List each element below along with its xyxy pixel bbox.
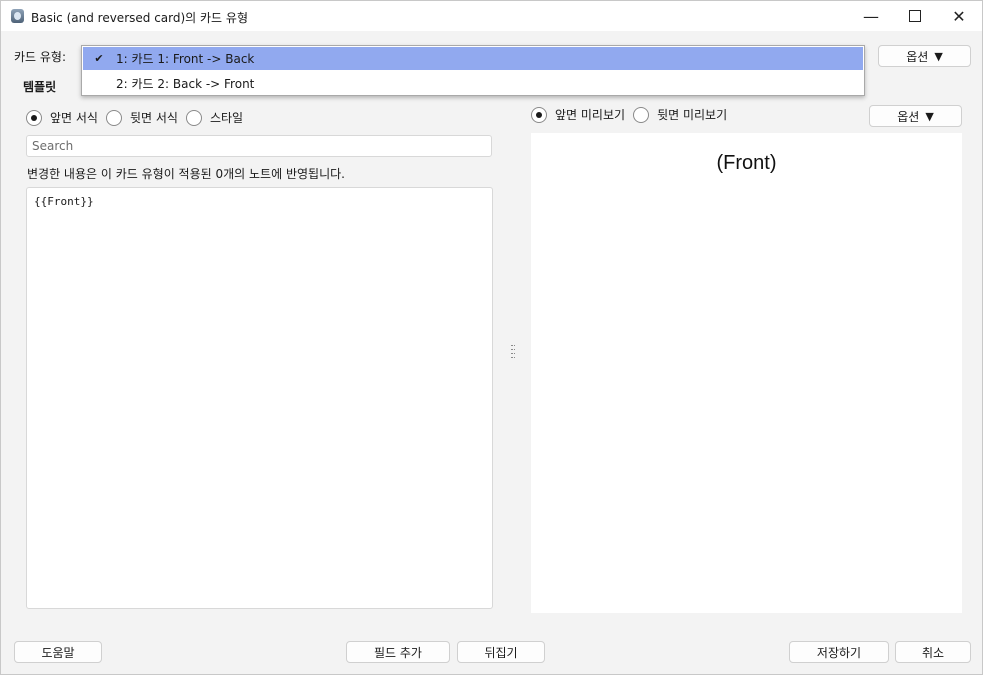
back-preview-label[interactable]: 뒷면 미리보기 (657, 106, 727, 123)
card-type-label: 카드 유형: (14, 50, 67, 64)
preview-radio-group: 앞면 미리보기 뒷면 미리보기 (531, 106, 735, 123)
maximize-button[interactable] (892, 1, 938, 31)
cancel-button[interactable]: 취소 (895, 641, 971, 663)
template-radio-group: 앞면 서식 뒷면 서식 스타일 (26, 109, 251, 126)
close-button[interactable]: ✕ (936, 1, 982, 31)
preview-pane: (Front) (531, 133, 962, 613)
search-input[interactable] (26, 135, 492, 157)
window-title: Basic (and reversed card)의 카드 유형 (31, 11, 248, 25)
add-field-button[interactable]: 필드 추가 (346, 641, 450, 663)
minimize-icon: — (863, 6, 879, 26)
caret-down-icon: ▼ (934, 49, 943, 63)
back-preview-radio[interactable] (633, 106, 650, 123)
notice-text: 변경한 내용은 이 카드 유형이 적용된 0개의 노트에 반영됩니다. (27, 167, 345, 181)
editor-content[interactable]: {{Front}} (34, 195, 94, 208)
dropdown-option[interactable]: ✔ 1: 카드 1: Front -> Back (83, 47, 863, 70)
back-template-radio[interactable] (105, 109, 122, 126)
preview-options-button[interactable]: 옵션 ▼ (869, 105, 962, 127)
styling-radio[interactable] (185, 109, 202, 126)
front-preview-radio[interactable] (531, 106, 547, 123)
options-label: 옵션 (897, 109, 920, 124)
option-label: 1: 카드 1: Front -> Back (116, 52, 255, 66)
flip-button[interactable]: 뒤집기 (457, 641, 545, 663)
template-heading: 템플릿 (23, 80, 57, 94)
minimize-button[interactable]: — (848, 1, 894, 31)
card-type-options-button[interactable]: 옵션 ▼ (878, 45, 971, 67)
dropdown-option[interactable]: 2: 카드 2: Back -> Front (83, 72, 863, 95)
styling-label[interactable]: 스타일 (210, 109, 243, 126)
card-types-window: Basic (and reversed card)의 카드 유형 — ✕ 카드 … (0, 0, 983, 675)
app-icon (11, 9, 24, 23)
title-bar[interactable]: Basic (and reversed card)의 카드 유형 — ✕ (1, 1, 982, 31)
close-icon: ✕ (952, 6, 966, 26)
caret-down-icon: ▼ (925, 109, 934, 123)
front-preview-label[interactable]: 앞면 미리보기 (555, 106, 625, 123)
back-template-label[interactable]: 뒷면 서식 (130, 109, 178, 126)
save-button[interactable]: 저장하기 (789, 641, 889, 663)
preview-rendered-text: (Front) (716, 152, 777, 174)
help-button[interactable]: 도움말 (14, 641, 102, 663)
front-template-label[interactable]: 앞면 서식 (50, 109, 98, 126)
maximize-icon (909, 10, 921, 22)
splitter-handle[interactable] (511, 345, 515, 359)
card-type-dropdown[interactable]: ✔ 1: 카드 1: Front -> Back 2: 카드 2: Back -… (81, 45, 865, 96)
option-label: 2: 카드 2: Back -> Front (116, 77, 255, 91)
front-template-radio[interactable] (26, 109, 42, 126)
options-label: 옵션 (906, 49, 929, 64)
template-editor[interactable]: {{Front}} (26, 187, 493, 609)
checkmark-icon: ✔ (94, 52, 104, 65)
